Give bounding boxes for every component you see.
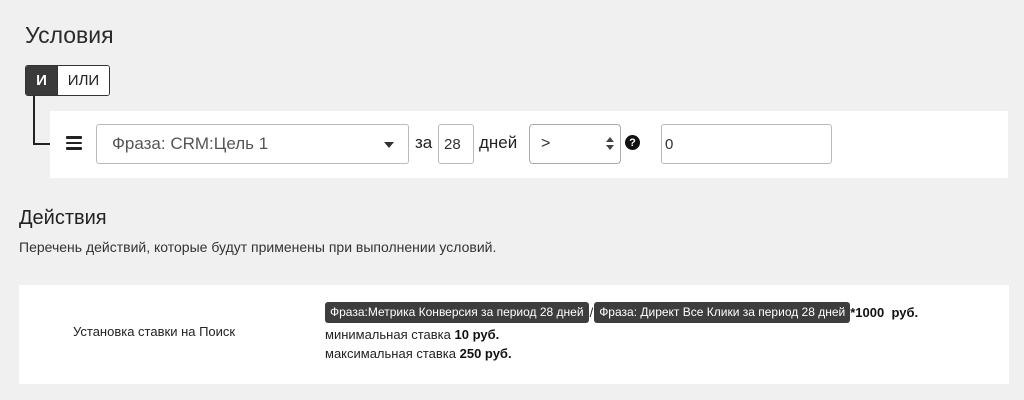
formula-tag-clicks: Фраза: Директ Все Клики за период 28 дне…	[594, 301, 851, 323]
action-name: Установка ставки на Поиск	[73, 324, 236, 339]
max-bid-line: максимальная ставка 250 руб.	[325, 346, 512, 361]
bid-formula: Фраза:Метрика Конверсия за период 28 дне…	[325, 301, 918, 323]
question-circle-icon[interactable]: ?	[625, 135, 640, 150]
actions-title: Действия	[19, 207, 107, 229]
metric-select-value: Фраза: CRM:Цель 1	[112, 134, 269, 153]
caret-down-icon	[384, 142, 394, 148]
logic-and-button[interactable]: И	[26, 66, 57, 95]
period-for-label: за	[415, 133, 433, 152]
metric-select[interactable]: Фраза: CRM:Цель 1	[96, 124, 409, 164]
drag-handle-icon[interactable]	[66, 136, 82, 152]
days-input[interactable]: 28	[438, 124, 474, 164]
conditions-title: Условия	[25, 22, 114, 48]
operator-select[interactable]: >	[529, 124, 621, 164]
min-bid-value: 10 руб.	[454, 327, 500, 342]
formula-multiplier: *1000 руб.	[850, 304, 919, 320]
threshold-input[interactable]: 0	[661, 124, 832, 164]
tree-connector-vertical	[33, 96, 35, 145]
max-bid-value: 250 руб.	[459, 346, 512, 361]
tree-connector-horizontal	[33, 143, 50, 145]
formula-tag-conversions: Фраза:Метрика Конверсия за период 28 дне…	[325, 301, 589, 323]
logic-toggle: И ИЛИ	[25, 65, 110, 96]
up-down-arrows-icon	[606, 137, 614, 153]
days-label: дней	[479, 133, 518, 152]
min-bid-line: минимальная ставка 10 руб.	[325, 327, 499, 342]
min-bid-label: минимальная ставка	[325, 327, 451, 342]
logic-or-button[interactable]: ИЛИ	[57, 66, 109, 95]
operator-select-value: >	[541, 135, 551, 152]
actions-description: Перечень действий, которые будут примене…	[19, 239, 497, 255]
max-bid-label: максимальная ставка	[325, 346, 456, 361]
